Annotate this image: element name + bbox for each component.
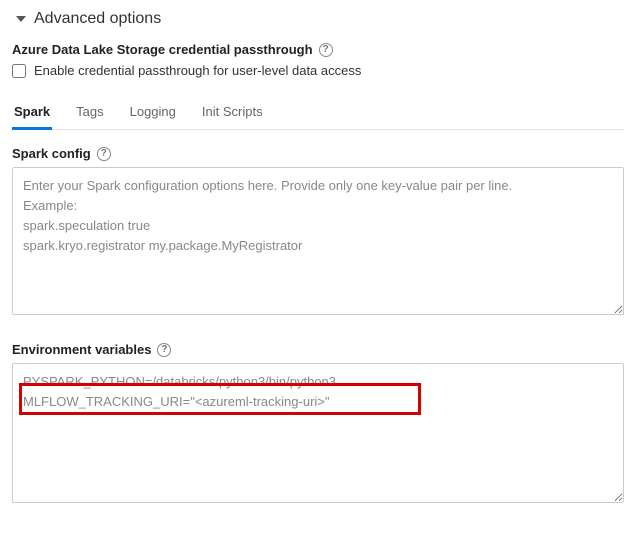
spark-config-input[interactable] <box>12 167 624 315</box>
section-title: Advanced options <box>34 10 161 28</box>
env-vars-label: Environment variables ? <box>12 342 624 357</box>
env-vars-input[interactable] <box>12 363 624 503</box>
passthrough-checkbox-label[interactable]: Enable credential passthrough for user-l… <box>34 63 361 78</box>
passthrough-label-text: Azure Data Lake Storage credential passt… <box>12 42 313 57</box>
env-vars-label-text: Environment variables <box>12 342 151 357</box>
passthrough-label: Azure Data Lake Storage credential passt… <box>12 42 624 57</box>
tab-init-scripts[interactable]: Init Scripts <box>200 96 265 129</box>
advanced-options-toggle[interactable]: Advanced options <box>12 10 624 28</box>
passthrough-checkbox[interactable] <box>12 64 26 78</box>
spark-config-label-text: Spark config <box>12 146 91 161</box>
config-tabs: Spark Tags Logging Init Scripts <box>12 96 624 130</box>
tab-logging[interactable]: Logging <box>128 96 178 129</box>
chevron-down-icon <box>16 16 26 22</box>
tab-spark[interactable]: Spark <box>12 96 52 129</box>
help-icon[interactable]: ? <box>97 147 111 161</box>
tab-tags[interactable]: Tags <box>74 96 105 129</box>
spark-config-label: Spark config ? <box>12 146 624 161</box>
help-icon[interactable]: ? <box>157 343 171 357</box>
help-icon[interactable]: ? <box>319 43 333 57</box>
